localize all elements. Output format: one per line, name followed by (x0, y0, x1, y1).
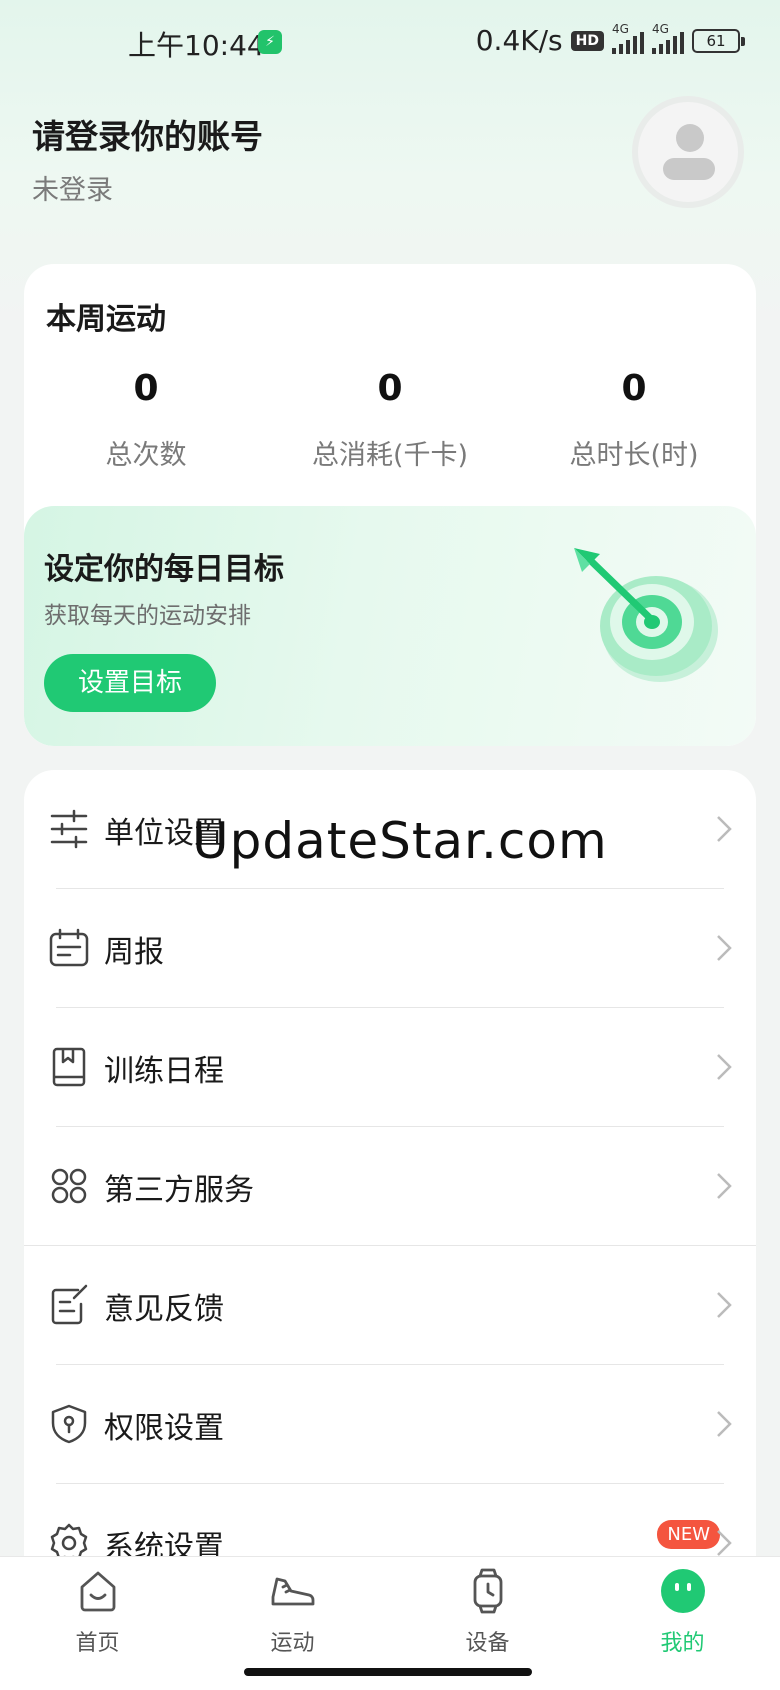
avatar-body (663, 158, 715, 180)
menu-item-label: 训练日程 (104, 1054, 224, 1089)
sneaker-icon (271, 1577, 314, 1606)
set-goal-button[interactable]: 设置目标 (44, 654, 216, 712)
menu-item-weekly-report[interactable]: 周报 (24, 889, 756, 1008)
target-dart-icon (574, 548, 718, 682)
home-icon (80, 1571, 115, 1612)
chevron-right-icon (717, 935, 732, 961)
shield-lock-icon (51, 1404, 87, 1444)
grid-apps-icon (51, 1168, 87, 1204)
stat-value: 0 (377, 368, 403, 409)
network-speed: 0.4K/s (475, 24, 563, 57)
tab-devices[interactable]: 设备 (390, 1567, 585, 1657)
chevron-right-icon (717, 1054, 732, 1080)
tab-mine[interactable]: 我的 (585, 1567, 780, 1657)
stat-label: 总次数 (105, 440, 187, 471)
status-right-group: 0.4K/s HD 4G 4G 61 (475, 22, 745, 57)
stat-value: 0 (621, 368, 647, 409)
menu-item-training-schedule[interactable]: 训练日程 (24, 1008, 756, 1127)
signal-sim1-icon: 4G (612, 22, 644, 54)
weekly-summary-card: 本周运动 0 总次数 0 总消耗(千卡) 0 总时长(时) 设定你的每日目标 获… (24, 264, 756, 746)
stat-total-duration: 0 总时长(时) (512, 368, 756, 472)
stat-value: 0 (133, 368, 159, 409)
menu-item-feedback[interactable]: 意见反馈 (24, 1246, 756, 1365)
tab-home[interactable]: 首页 (0, 1567, 195, 1657)
settings-menu: 单位设置 周报 训练日程 第三方服务 意见反馈 权限设置 系统设置 NEW (24, 770, 756, 1690)
chevron-right-icon (717, 1411, 732, 1437)
profile-face-icon (660, 1569, 705, 1613)
hd-voice-icon: HD (570, 30, 604, 51)
menu-item-third-party-services[interactable]: 第三方服务 (24, 1127, 756, 1246)
tab-sports[interactable]: 运动 (195, 1567, 390, 1657)
chevron-right-icon (717, 816, 732, 842)
status-time: 上午10:44 (128, 29, 265, 62)
menu-item-label: 意见反馈 (104, 1292, 224, 1327)
book-icon (52, 1047, 86, 1087)
avatar-head (676, 124, 704, 152)
menu-item-label: 周报 (104, 935, 164, 970)
sliders-icon (50, 809, 88, 849)
goal-subtitle: 获取每天的运动安排 (44, 603, 251, 629)
security-shield-icon: ⚡ (258, 30, 282, 54)
tab-label: 我的 (660, 1631, 705, 1656)
stat-total-calories: 0 总消耗(千卡) (268, 368, 512, 472)
new-badge: NEW (657, 1520, 720, 1549)
chevron-right-icon (717, 1530, 732, 1556)
stat-label: 总消耗(千卡) (311, 440, 469, 471)
edit-note-icon (51, 1284, 88, 1325)
menu-item-label: 第三方服务 (104, 1173, 254, 1208)
watch-icon (473, 1568, 502, 1614)
tab-label: 运动 (270, 1631, 315, 1656)
stat-total-count: 0 总次数 (24, 368, 268, 472)
calendar-icon (49, 928, 89, 967)
signal-sim2-label: 4G (652, 21, 669, 36)
status-bar: 上午10:44 ⚡ 0.4K/s HD 4G 4G 61 (0, 0, 780, 90)
login-status: 未登录 (32, 175, 113, 206)
goal-title: 设定你的每日目标 (44, 552, 284, 587)
weekly-title: 本周运动 (46, 302, 166, 337)
chevron-right-icon (717, 1173, 732, 1199)
signal-sim2-icon: 4G (652, 22, 684, 54)
login-prompt-title[interactable]: 请登录你的账号 (32, 110, 263, 158)
menu-item-permission-settings[interactable]: 权限设置 (24, 1365, 756, 1484)
user-avatar-icon[interactable] (632, 96, 744, 208)
tab-label: 设备 (465, 1631, 510, 1656)
signal-sim1-label: 4G (612, 21, 629, 36)
daily-goal-banner[interactable]: 设定你的每日目标 获取每天的运动安排 设置目标 (24, 506, 756, 746)
tab-label: 首页 (75, 1631, 120, 1656)
home-indicator[interactable] (244, 1668, 532, 1676)
chevron-right-icon (717, 1292, 732, 1318)
watermark-text: UpdateStar.com (192, 812, 608, 870)
battery-icon: 61 (692, 28, 745, 53)
menu-item-label: 权限设置 (104, 1411, 224, 1446)
stat-label: 总时长(时) (569, 440, 699, 471)
